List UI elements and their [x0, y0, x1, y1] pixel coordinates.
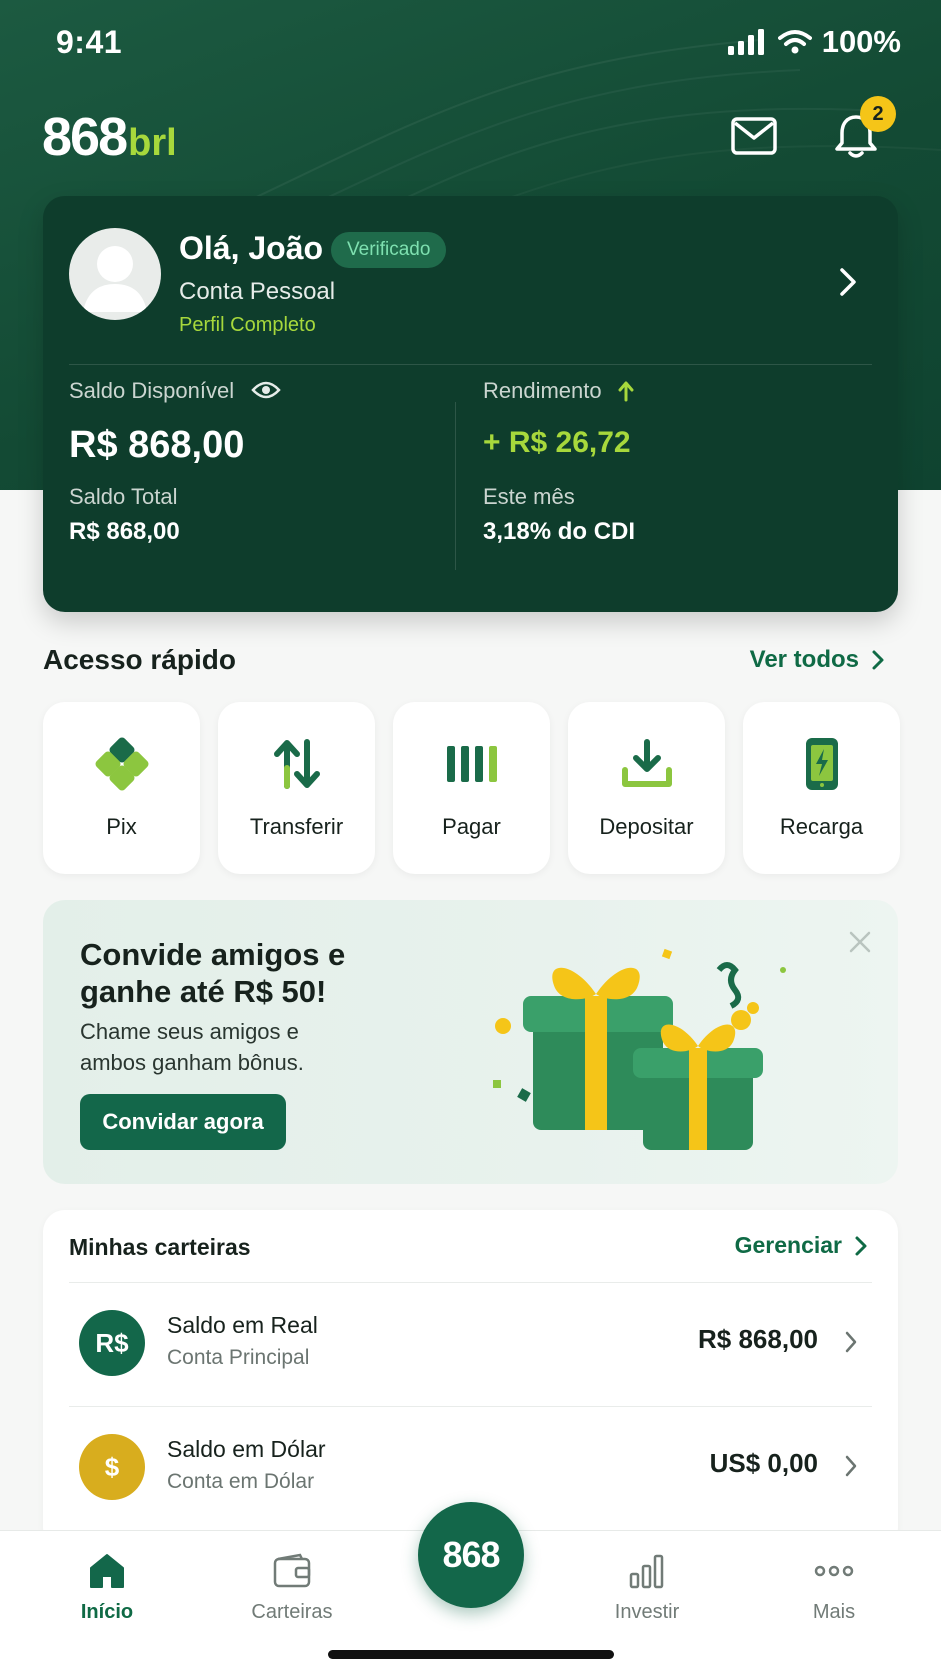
chevron-right-icon — [855, 1236, 867, 1255]
account-type: Conta Pessoal — [179, 278, 336, 305]
brand-logo: 868 brl — [42, 106, 177, 168]
wallet-subtitle: Conta Principal — [167, 1346, 310, 1369]
balance-divider — [455, 402, 456, 570]
arrow-up-icon — [617, 380, 635, 407]
quick-action-pix[interactable]: Pix — [43, 702, 200, 874]
home-indicator — [328, 1650, 614, 1659]
wallet-name: Saldo em Real — [167, 1312, 318, 1338]
cdi-value: 3,18% do CDI — [483, 518, 636, 545]
center-action-button[interactable]: 868 — [418, 1502, 524, 1608]
close-icon[interactable] — [848, 930, 872, 959]
wallets-divider — [69, 1406, 872, 1407]
tab-wallets[interactable]: Carteiras — [232, 1549, 352, 1624]
tab-label: Carteiras — [251, 1601, 333, 1623]
quick-action-pay[interactable]: Pagar — [393, 702, 550, 874]
phone-charge-icon — [792, 736, 852, 792]
quick-action-label: Recarga — [779, 814, 864, 839]
see-all-label: Ver todos — [749, 646, 859, 673]
greeting: Olá, João — [179, 230, 324, 266]
tab-invest[interactable]: Investir — [587, 1549, 707, 1624]
wallet-amount: R$ 868,00 — [698, 1324, 818, 1354]
brand-logo-suffix: brl — [128, 122, 177, 164]
messages-button[interactable] — [726, 108, 782, 164]
pix-icon — [92, 736, 152, 792]
avatar — [69, 228, 161, 320]
transfer-arrows-icon — [267, 736, 327, 792]
verified-badge: Verificado — [331, 232, 447, 268]
total-balance-value: R$ 868,00 — [69, 518, 180, 545]
wifi-icon — [777, 30, 812, 54]
account-summary-card[interactable]: Olá, João Verificado Conta Pessoal Perfi… — [43, 196, 898, 612]
wallet-row-real[interactable]: R$ Saldo em Real Conta Principal R$ 868,… — [43, 1292, 898, 1402]
tab-label: Início — [80, 1601, 134, 1623]
tab-label: Investir — [614, 1601, 680, 1623]
manage-label: Gerenciar — [734, 1232, 842, 1258]
status-icons: 100% — [727, 24, 901, 60]
wallet-name: Saldo em Dólar — [167, 1436, 326, 1462]
see-all-link[interactable]: Ver todos — [750, 646, 885, 674]
more-dots-icon — [812, 1549, 856, 1593]
quick-access-title: Acesso rápido — [43, 644, 236, 675]
battery-percentage: 100% — [821, 24, 901, 59]
wallet-icon — [270, 1549, 314, 1593]
real-currency-icon: R$ — [79, 1310, 145, 1376]
signal-icon — [727, 29, 764, 55]
quick-action-label: Transferir — [249, 814, 344, 839]
chevron-right-icon — [844, 1454, 858, 1483]
period-label: Este mês — [483, 484, 575, 509]
user-silhouette-icon — [83, 246, 147, 312]
invite-button[interactable]: Convidar agora — [80, 1094, 286, 1150]
referral-subtitle: Chame seus amigos e ambos ganham bônus. — [80, 1019, 304, 1075]
total-balance-label: Saldo Total — [69, 484, 178, 509]
card-divider — [69, 364, 872, 365]
status-time: 9:41 — [56, 24, 123, 60]
quick-action-label: Pix — [106, 814, 137, 839]
wallets-divider — [69, 1282, 872, 1283]
yield-value: + R$ 26,72 — [483, 426, 631, 459]
wallet-subtitle: Conta em Dólar — [167, 1470, 315, 1493]
quick-access-row: Pix Transferir Pagar Depositar Recarga — [43, 702, 900, 874]
quick-action-recharge[interactable]: Recarga — [743, 702, 900, 874]
tab-more[interactable]: Mais — [774, 1549, 894, 1624]
available-balance-value: R$ 868,00 — [69, 424, 245, 466]
wallet-amount: US$ 0,00 — [709, 1448, 818, 1478]
tab-home[interactable]: Início — [47, 1549, 167, 1624]
barcode-icon — [442, 736, 502, 792]
chevron-right-icon — [844, 1330, 858, 1359]
home-icon — [85, 1549, 129, 1593]
download-tray-icon — [617, 736, 677, 792]
quick-action-label: Depositar — [599, 814, 694, 839]
tab-label: Mais — [812, 1601, 856, 1623]
status-bar: 9:41 100% — [0, 0, 941, 88]
quick-action-label: Pagar — [442, 814, 501, 839]
wallets-title: Minhas carteiras — [69, 1234, 251, 1260]
mail-icon — [731, 117, 777, 155]
available-balance-label: Saldo Disponível — [69, 378, 235, 403]
gift-boxes-illustration — [463, 930, 823, 1165]
wallets-card: Minhas carteiras Gerenciar R$ Saldo em R… — [43, 1210, 898, 1550]
referral-banner: Convide amigos e ganhe até R$ 50! Chame … — [43, 900, 898, 1184]
dollar-currency-icon: $ — [79, 1434, 145, 1500]
brand-logo-number: 868 — [42, 107, 128, 167]
bar-chart-icon — [625, 1549, 669, 1593]
profile-chevron-icon[interactable] — [838, 266, 858, 303]
manage-wallets-link[interactable]: Gerenciar — [735, 1232, 868, 1259]
notification-badge: 2 — [860, 96, 896, 132]
referral-title: Convide amigos e ganhe até R$ 50! — [80, 937, 346, 1009]
yield-label: Rendimento — [483, 378, 602, 403]
eye-icon[interactable] — [251, 380, 281, 405]
chevron-right-icon — [872, 650, 884, 670]
quick-action-transfer[interactable]: Transferir — [218, 702, 375, 874]
quick-action-deposit[interactable]: Depositar — [568, 702, 725, 874]
profile-status: Perfil Completo — [179, 314, 316, 336]
